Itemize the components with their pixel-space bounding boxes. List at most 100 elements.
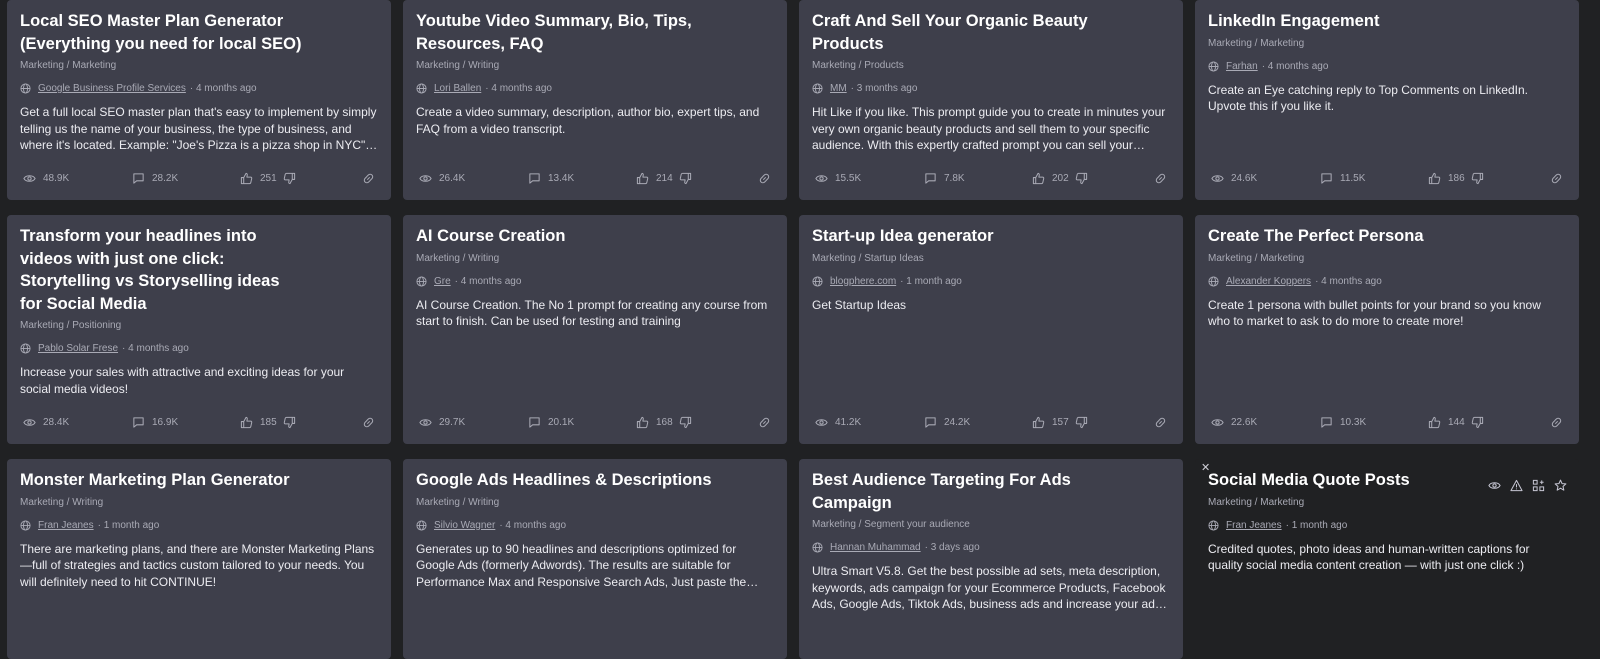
card-description: Create an Eye catching reply to Top Comm… [1208,82,1528,114]
card-title[interactable]: Social Media Quote Posts [1208,469,1508,492]
copy-link[interactable] [362,414,375,430]
prompt-card[interactable]: Monster Marketing Plan Generator Marketi… [7,459,391,659]
card-title[interactable]: Start-up Idea generator [812,225,1112,248]
card-title[interactable]: AI Course Creation [416,225,716,248]
copy-link[interactable] [1550,170,1563,186]
eye-icon [419,418,432,426]
thumbs-down-icon[interactable] [679,172,692,185]
apps-icon[interactable] [1532,479,1545,492]
link-icon[interactable] [1550,172,1563,185]
card-category: Marketing / Marketing [1208,37,1305,49]
likes-count: 185 [260,416,277,428]
thumbs-up-icon[interactable] [1428,172,1441,185]
card-description: Get Startup Ideas [812,297,907,312]
card-category: Marketing / Marketing [20,60,117,71]
eye-icon [1211,418,1224,426]
card-title[interactable]: Craft And Sell Your Organic Beauty Produ… [812,10,1112,55]
prompt-card-active[interactable]: ✕ Social Media Quote Posts Marketing / M… [1195,459,1579,659]
comments-stat: 20.1K [528,414,574,430]
card-category: Marketing / Marketing [1208,252,1305,264]
thumbs-down-icon[interactable] [1471,416,1484,429]
comment-icon [133,416,144,428]
copy-link[interactable] [1550,414,1563,430]
eye-icon [23,174,36,182]
warning-icon[interactable] [1510,479,1523,492]
thumbs-up-icon[interactable] [1428,416,1441,429]
globe-icon [1208,60,1219,72]
copy-link[interactable] [362,170,375,186]
views-count: 22.6K [1231,416,1258,428]
thumbs-down-icon[interactable] [1075,172,1088,185]
author-line: Gre · 4 months ago [416,275,774,288]
thumbs-up-icon[interactable] [1032,416,1045,429]
author-link[interactable]: Farhan [1226,60,1258,73]
prompt-card[interactable]: Craft And Sell Your Organic Beauty Produ… [799,0,1183,200]
copy-link[interactable] [1154,414,1167,430]
prompt-card[interactable]: Youtube Video Summary, Bio, Tips, Resour… [403,0,787,200]
author-link[interactable]: Lori Ballen [434,82,481,95]
author-link[interactable]: Pablo Solar Frese [38,342,118,355]
prompt-card[interactable]: Start-up Idea generator Marketing / Star… [799,215,1183,444]
author-link[interactable]: Hannan Muhammad [830,541,921,554]
comments-stat: 16.9K [132,414,178,430]
card-title[interactable]: Create The Perfect Persona [1208,225,1508,248]
card-title[interactable]: Youtube Video Summary, Bio, Tips, Resour… [416,10,716,55]
link-icon[interactable] [362,416,375,429]
thumbs-down-icon[interactable] [679,416,692,429]
card-title[interactable]: Best Audience Targeting For Ads Campaign [812,469,1112,514]
thumbs-down-icon[interactable] [283,172,296,185]
views-stat: 15.5K [815,170,861,186]
thumbs-down-icon[interactable] [283,416,296,429]
link-icon[interactable] [1550,416,1563,429]
post-age: · 4 months ago [454,275,522,287]
prompt-card[interactable]: Create The Perfect Persona Marketing / M… [1195,215,1579,444]
thumbs-up-icon[interactable] [1032,172,1045,185]
thumbs-up-icon[interactable] [240,416,253,429]
prompt-card[interactable]: Best Audience Targeting For Ads Campaign… [799,459,1183,659]
card-title[interactable]: Monster Marketing Plan Generator [20,469,320,492]
author-link[interactable]: Silvio Wagner [434,519,495,532]
eye-icon [815,418,828,426]
card-title[interactable]: LinkedIn Engagement [1208,10,1508,33]
thumbs-up-icon[interactable] [240,172,253,185]
link-icon[interactable] [758,172,771,185]
card-actions [1488,479,1567,492]
link-icon[interactable] [758,416,771,429]
card-description: AI Course Creation. The No 1 prompt for … [416,297,768,329]
card-category: Marketing / Writing [416,60,500,71]
link-icon[interactable] [1154,172,1167,185]
star-icon[interactable] [1554,479,1567,492]
prompt-card[interactable]: Transform your headlines into videos wit… [7,215,391,444]
author-link[interactable]: Google Business Profile Services [38,82,186,95]
author-link[interactable]: Alexander Koppers [1226,275,1311,288]
copy-link[interactable] [1154,170,1167,186]
comment-icon [133,172,144,184]
eye-icon [1211,174,1224,182]
link-icon[interactable] [1154,416,1167,429]
eye-icon[interactable] [1488,479,1501,492]
thumbs-up-icon[interactable] [636,416,649,429]
comments-stat: 13.4K [528,170,574,186]
post-age: · 4 months ago [499,519,567,531]
thumbs-down-icon[interactable] [1075,416,1088,429]
prompt-card[interactable]: Local SEO Master Plan Generator (Everyth… [7,0,391,200]
link-icon[interactable] [362,172,375,185]
author-link[interactable]: blogphere.com [830,275,896,288]
copy-link[interactable] [758,414,771,430]
prompt-card[interactable]: Google Ads Headlines & Descriptions Mark… [403,459,787,659]
prompt-card[interactable]: AI Course Creation Marketing / Writing G… [403,215,787,444]
author-link[interactable]: Fran Jeanes [38,519,94,532]
author-link[interactable]: Gre [434,275,451,288]
prompt-card[interactable]: LinkedIn Engagement Marketing / Marketin… [1195,0,1579,200]
author-link[interactable]: Fran Jeanes [1226,519,1282,532]
comments-count: 28.2K [152,172,179,184]
close-icon[interactable]: ✕ [1201,463,1210,474]
card-title[interactable]: Transform your headlines into videos wit… [20,225,282,315]
thumbs-down-icon[interactable] [1471,172,1484,185]
copy-link[interactable] [758,170,771,186]
comment-icon [925,172,936,184]
thumbs-up-icon[interactable] [636,172,649,185]
author-link[interactable]: MM [830,82,847,95]
card-title[interactable]: Google Ads Headlines & Descriptions [416,469,716,492]
card-title[interactable]: Local SEO Master Plan Generator (Everyth… [20,10,320,55]
